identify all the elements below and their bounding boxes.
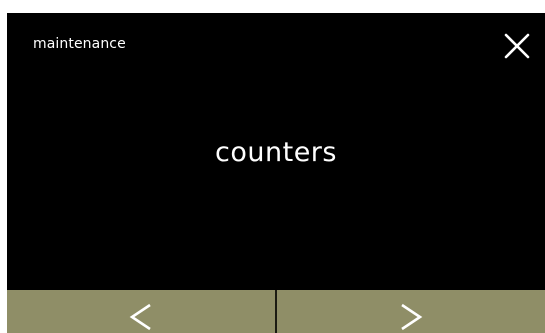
menu-item-label: counters	[215, 137, 337, 168]
next-button[interactable]	[277, 290, 545, 333]
navigation-bar	[7, 290, 545, 333]
chevron-left-icon	[129, 303, 151, 330]
previous-button[interactable]	[7, 290, 277, 333]
chevron-right-icon	[401, 303, 423, 330]
close-button[interactable]	[502, 31, 532, 61]
maintenance-screen: maintenance counters	[7, 13, 545, 333]
close-icon	[504, 33, 530, 59]
page-title: maintenance	[33, 36, 126, 52]
